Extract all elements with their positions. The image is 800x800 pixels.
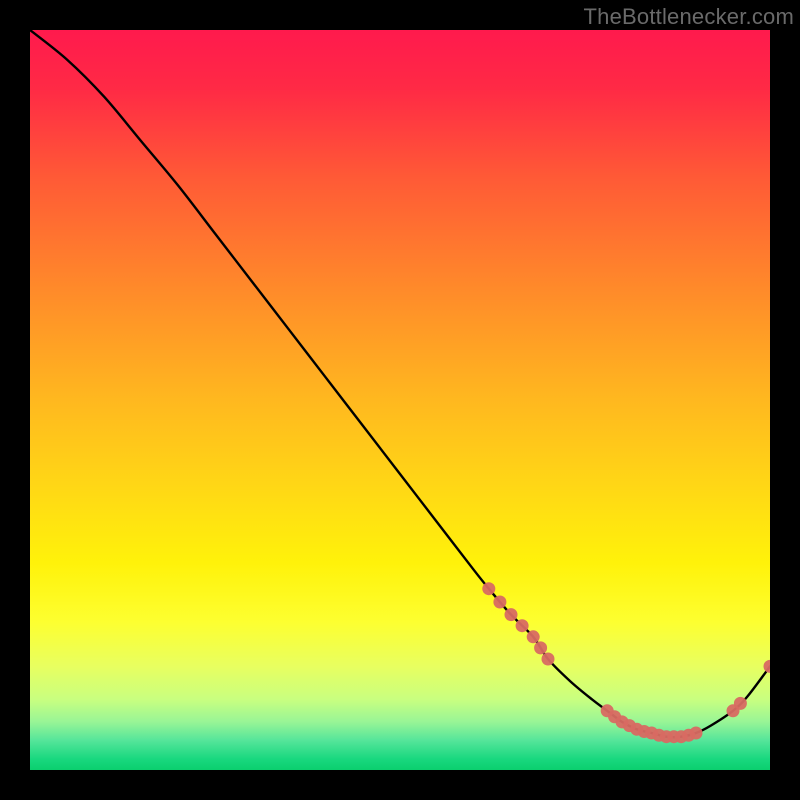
- chart-plot-area: [30, 30, 770, 770]
- chart-marker: [534, 641, 547, 654]
- chart-marker: [516, 619, 529, 632]
- chart-marker: [493, 596, 506, 609]
- chart-marker: [734, 697, 747, 710]
- chart-marker: [690, 727, 703, 740]
- chart-marker: [505, 608, 518, 621]
- chart-marker: [482, 582, 495, 595]
- chart-marker: [542, 653, 555, 666]
- chart-marker: [527, 630, 540, 643]
- chart-stage: TheBottlenecker.com: [0, 0, 800, 800]
- attribution-text: TheBottlenecker.com: [584, 4, 794, 30]
- chart-svg: [30, 30, 770, 770]
